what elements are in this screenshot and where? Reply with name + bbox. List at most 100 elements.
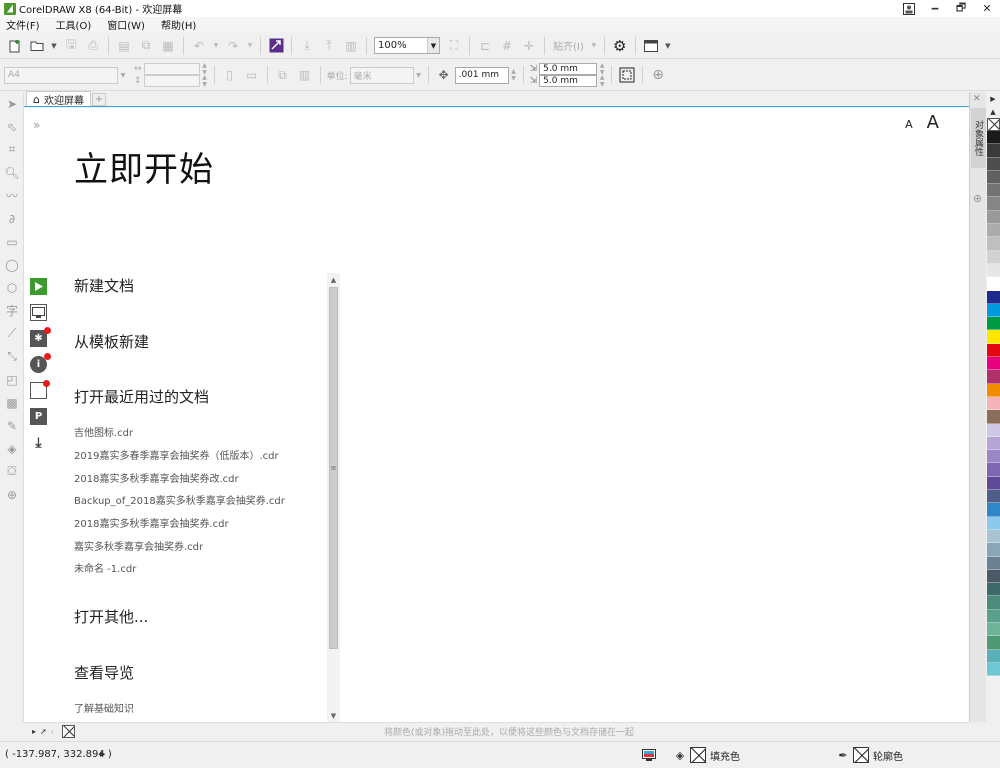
recent-file-item[interactable]: 2018嘉实多秋季嘉享会抽奖券改.cdr bbox=[74, 470, 239, 485]
publish-pdf-icon[interactable]: ▥ bbox=[342, 37, 360, 55]
scroll-left-icon[interactable]: ‹ bbox=[51, 727, 54, 736]
color-swatch[interactable] bbox=[987, 490, 1000, 504]
launcher-chevron-down-icon[interactable]: ▼ bbox=[664, 37, 672, 55]
all-pages-icon[interactable]: ⧉ bbox=[274, 66, 292, 84]
color-swatch[interactable] bbox=[987, 330, 1000, 344]
connector-tool-icon[interactable]: ⤡ bbox=[0, 345, 24, 368]
units-chevron-down-icon[interactable]: ▼ bbox=[414, 67, 424, 84]
color-swatch[interactable] bbox=[987, 463, 1000, 477]
color-swatch[interactable] bbox=[987, 410, 1000, 424]
open-other-link[interactable]: 打开其他... bbox=[74, 606, 148, 627]
scroll-up-icon[interactable]: ▲ bbox=[327, 273, 340, 286]
color-swatch[interactable] bbox=[987, 436, 1000, 451]
paste-icon[interactable]: ▦ bbox=[159, 37, 177, 55]
show-rulers-icon[interactable]: ⊏ bbox=[476, 37, 494, 55]
close-button[interactable]: ✕ bbox=[974, 0, 1000, 17]
color-swatch[interactable] bbox=[987, 170, 1000, 185]
product-details-p-icon[interactable]: P bbox=[30, 408, 47, 425]
chevron-down-icon[interactable]: ▼ bbox=[427, 38, 439, 53]
color-swatch[interactable] bbox=[987, 622, 1000, 637]
color-swatch[interactable] bbox=[987, 303, 1000, 318]
color-swatch[interactable] bbox=[987, 516, 1000, 530]
text-tool-icon[interactable]: 字 bbox=[0, 299, 24, 322]
color-swatch[interactable] bbox=[987, 184, 1000, 198]
color-swatch[interactable] bbox=[987, 290, 1000, 304]
duplicate-x-field[interactable]: 5.0 mm bbox=[539, 63, 598, 75]
new-document-link[interactable]: 新建文档 bbox=[74, 275, 134, 296]
add-tab-button[interactable]: + bbox=[91, 93, 106, 106]
color-swatch[interactable] bbox=[987, 556, 1000, 570]
minimize-button[interactable]: 🗕 bbox=[922, 0, 948, 17]
color-swatch[interactable] bbox=[987, 250, 1000, 264]
nudge-distance-field[interactable]: .001 mm bbox=[454, 66, 509, 84]
duplicate-y-field[interactable]: 5.0 mm bbox=[539, 75, 598, 87]
search-content-icon[interactable] bbox=[267, 37, 285, 55]
color-swatch[interactable] bbox=[987, 569, 1000, 584]
color-swatch[interactable] bbox=[987, 210, 1000, 225]
open-dropdown-icon[interactable]: ▼ bbox=[50, 37, 58, 55]
interactive-fill-tool-icon[interactable]: ◈ bbox=[0, 437, 24, 460]
menu-window[interactable]: 窗口(W) bbox=[107, 17, 145, 32]
recent-file-item[interactable]: 2018嘉实多秋季嘉享会抽奖券.cdr bbox=[74, 515, 229, 530]
color-swatch[interactable] bbox=[987, 649, 1000, 663]
whats-new-star-icon[interactable]: ✱ bbox=[30, 327, 51, 347]
list-scrollbar[interactable]: ▲ ≡ ▼ bbox=[327, 273, 340, 722]
rectangle-tool-icon[interactable]: ▭ bbox=[0, 230, 24, 253]
gallery-icon[interactable] bbox=[30, 380, 50, 399]
pick-tool-icon[interactable]: ➤ bbox=[0, 92, 24, 115]
page-width-field[interactable] bbox=[143, 63, 200, 75]
expand-panel-icon[interactable]: » bbox=[33, 118, 40, 132]
docker-close-icon[interactable]: ✕ bbox=[973, 94, 981, 104]
current-page-icon[interactable]: ▥ bbox=[296, 66, 314, 84]
recent-file-item[interactable]: Backup_of_2018嘉实多秋季嘉享会抽奖券.cdr bbox=[74, 492, 285, 507]
color-swatch[interactable] bbox=[987, 596, 1000, 610]
color-swatch[interactable] bbox=[987, 237, 1000, 251]
crop-tool-icon[interactable]: ⌗ bbox=[0, 138, 24, 161]
color-swatch[interactable] bbox=[987, 131, 1000, 145]
undo-dropdown-icon[interactable]: ▼ bbox=[212, 37, 220, 55]
docker-add-plus-icon[interactable]: ⊕ bbox=[973, 192, 982, 205]
scrollbar-thumb[interactable]: ≡ bbox=[329, 287, 338, 649]
color-swatch[interactable] bbox=[987, 450, 1000, 464]
landscape-icon[interactable]: ▭ bbox=[243, 66, 261, 84]
quick-customize-plus-icon[interactable]: ⊕ bbox=[649, 66, 667, 84]
color-swatch[interactable] bbox=[987, 423, 1000, 437]
color-swatch[interactable] bbox=[987, 396, 1000, 411]
parallel-dimension-tool-icon[interactable]: ⟋ bbox=[0, 322, 24, 345]
page-size-select[interactable]: A4 bbox=[4, 66, 118, 84]
copy-icon[interactable]: ⧉ bbox=[137, 37, 155, 55]
options-gear-icon[interactable]: ⚙ bbox=[611, 37, 629, 55]
color-swatch[interactable] bbox=[987, 144, 1000, 158]
show-grid-icon[interactable]: # bbox=[498, 37, 516, 55]
open-folder-icon[interactable] bbox=[28, 37, 46, 55]
scroll-down-icon[interactable]: ▼ bbox=[327, 709, 340, 722]
redo-dropdown-icon[interactable]: ▼ bbox=[246, 37, 254, 55]
page-size-chevron-down-icon[interactable]: ▼ bbox=[118, 67, 128, 84]
object-properties-docker-tab[interactable]: 对象属性 bbox=[971, 108, 986, 168]
eyedropper-tool-icon[interactable]: ✎ bbox=[0, 414, 24, 437]
import-icon[interactable]: ⤓ bbox=[298, 37, 316, 55]
palette-menu-arrow-icon[interactable]: ▸ bbox=[32, 727, 36, 736]
menu-help[interactable]: 帮助(H) bbox=[161, 17, 196, 32]
restore-button[interactable]: 🗗 bbox=[948, 0, 974, 17]
color-swatch[interactable] bbox=[987, 543, 1000, 557]
font-smaller-button[interactable]: A bbox=[905, 118, 913, 131]
ellipse-tool-icon[interactable]: ◯ bbox=[0, 253, 24, 276]
new-document-icon[interactable] bbox=[6, 37, 24, 55]
color-swatch[interactable] bbox=[987, 609, 1000, 623]
user-icon[interactable] bbox=[896, 0, 922, 17]
color-swatch[interactable] bbox=[987, 277, 1000, 291]
zoom-tool-icon[interactable]: 🔍︎ bbox=[0, 161, 24, 184]
outline-color-indicator[interactable]: ✒ 轮廓色 bbox=[836, 747, 903, 763]
color-swatch[interactable] bbox=[987, 197, 1000, 211]
color-swatch[interactable] bbox=[987, 370, 1000, 384]
dup-y-spinner[interactable]: ▲ ▼ bbox=[597, 73, 607, 90]
workspace-monitor-icon[interactable] bbox=[30, 304, 47, 321]
shape-tool-icon[interactable]: ⬁ bbox=[0, 115, 24, 138]
redo-icon[interactable]: ↷ bbox=[224, 37, 242, 55]
recent-file-item[interactable]: 2019嘉实多春季嘉享会抽奖券（低版本）.cdr bbox=[74, 447, 279, 462]
show-guidelines-icon[interactable]: ✛ bbox=[520, 37, 538, 55]
portrait-icon[interactable]: ▯ bbox=[221, 66, 239, 84]
freehand-tool-icon[interactable]: 〰 bbox=[0, 184, 24, 207]
no-color-swatch[interactable] bbox=[987, 118, 1000, 131]
